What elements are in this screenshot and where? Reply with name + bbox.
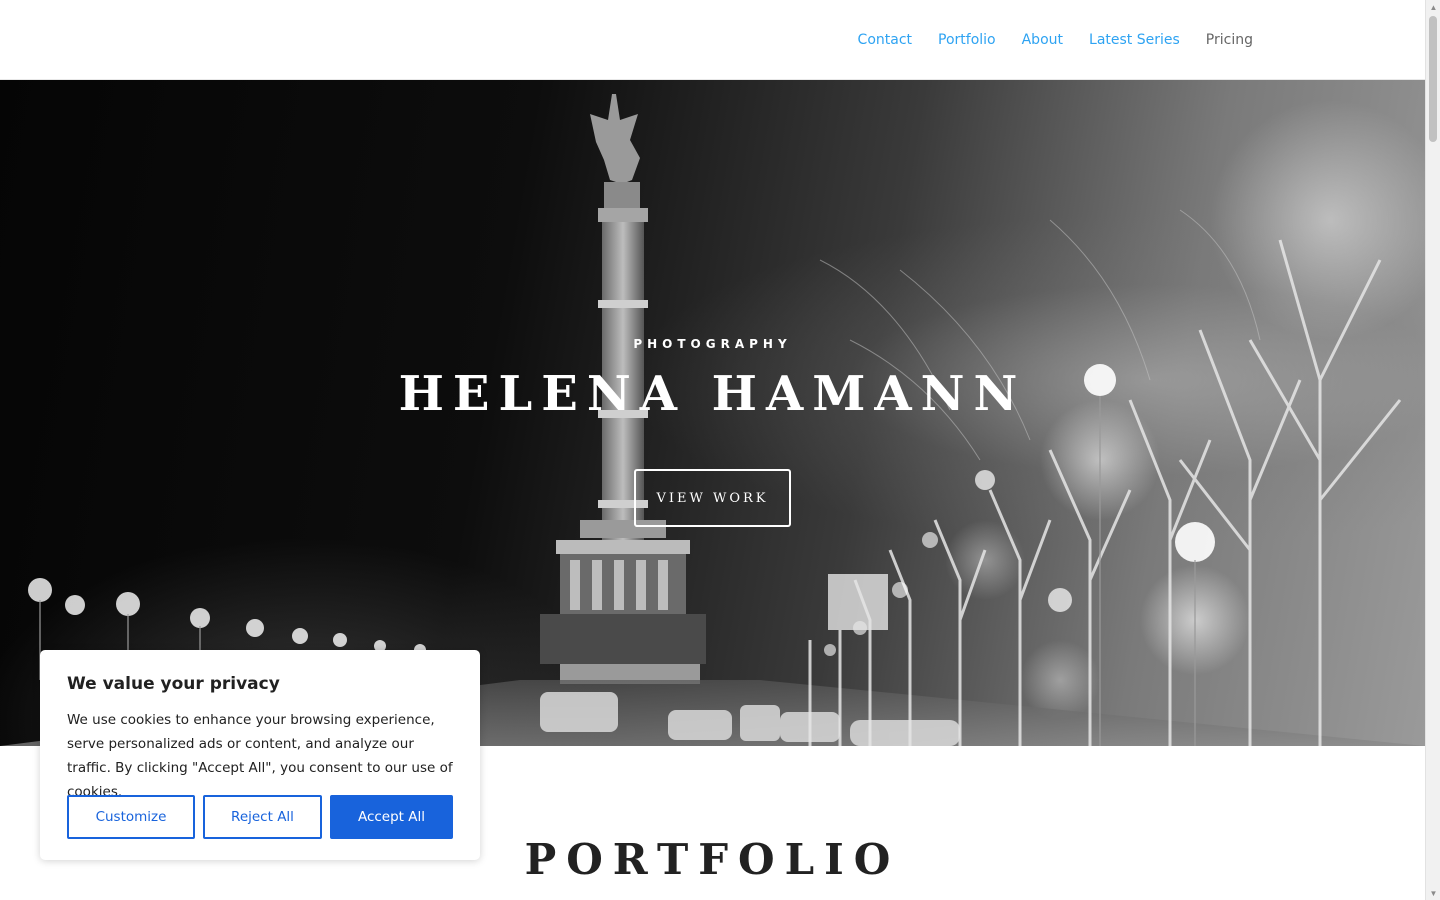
scroll-down-arrow-icon[interactable]: ▼ [1426, 886, 1440, 900]
cookie-title: We value your privacy [67, 674, 280, 694]
accept-all-button[interactable]: Accept All [330, 795, 453, 839]
scrollbar-thumb[interactable] [1429, 16, 1437, 142]
hero-content: PHOTOGRAPHY HELENA HAMANN VIEW WORK [0, 80, 1425, 746]
main-nav: Contact Portfolio About Latest Series Pr… [858, 30, 1253, 50]
hero-title: HELENA HAMANN [398, 366, 1027, 422]
reject-all-button[interactable]: Reject All [203, 795, 322, 839]
nav-about[interactable]: About [1022, 30, 1063, 50]
site-header: Contact Portfolio About Latest Series Pr… [0, 0, 1425, 80]
hero-section: PHOTOGRAPHY HELENA HAMANN VIEW WORK [0, 80, 1425, 746]
view-work-button[interactable]: VIEW WORK [634, 469, 791, 527]
hero-kicker: PHOTOGRAPHY [633, 337, 792, 351]
nav-latest-series[interactable]: Latest Series [1089, 30, 1180, 50]
cookie-description: We use cookies to enhance your browsing … [67, 712, 453, 800]
nav-pricing[interactable]: Pricing [1206, 30, 1253, 50]
page-scrollbar[interactable]: ▲ ▼ [1425, 0, 1440, 900]
scroll-up-arrow-icon[interactable]: ▲ [1426, 0, 1440, 14]
cookie-buttons: Customize Reject All Accept All [67, 795, 453, 839]
nav-contact[interactable]: Contact [858, 30, 912, 50]
nav-portfolio[interactable]: Portfolio [938, 30, 996, 50]
customize-button[interactable]: Customize [67, 795, 195, 839]
cookie-consent-banner: We value your privacy We use cookies to … [40, 650, 480, 860]
